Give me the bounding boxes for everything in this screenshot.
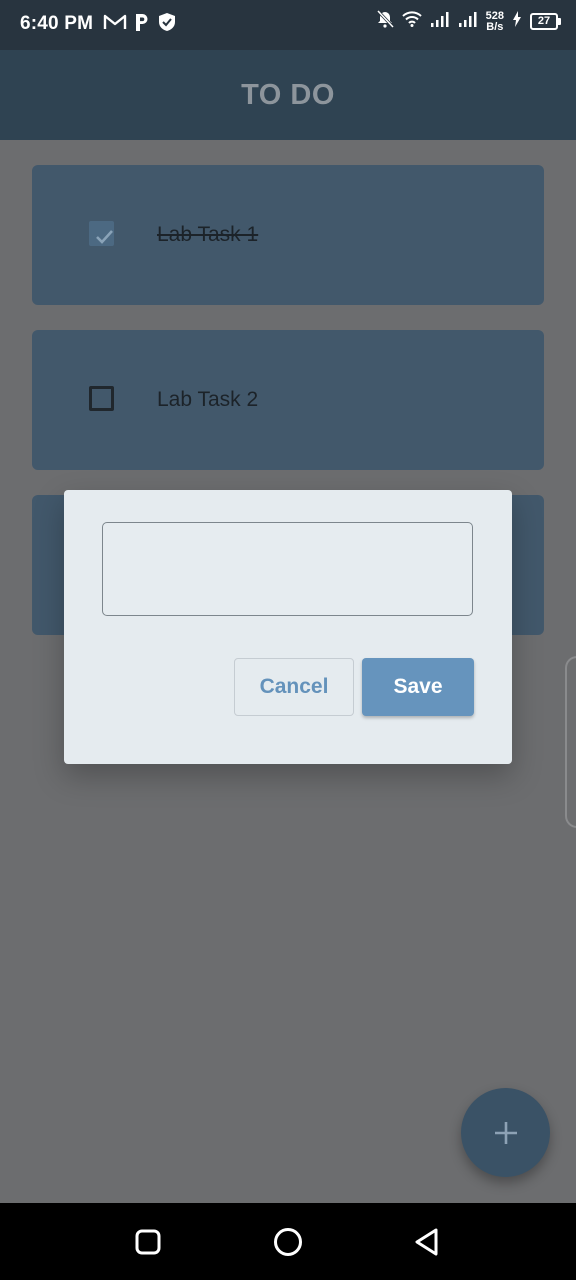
charging-icon bbox=[512, 11, 522, 32]
page-title: TO DO bbox=[241, 78, 335, 111]
cancel-button[interactable]: Cancel bbox=[234, 658, 354, 716]
signal-icon bbox=[430, 11, 450, 32]
status-right-icons: 528 B/s 27 bbox=[376, 9, 561, 33]
status-bar: 6:40 PM 528 B/s 27 bbox=[0, 0, 576, 50]
network-speed-value: 528 bbox=[485, 9, 504, 22]
task-checkbox[interactable] bbox=[89, 221, 114, 246]
task-card[interactable]: Lab Task 2 bbox=[32, 330, 544, 470]
status-time: 6:40 PM bbox=[20, 13, 94, 34]
task-card[interactable]: Lab Task 1 bbox=[32, 165, 544, 305]
task-input[interactable] bbox=[102, 522, 473, 616]
gmail-icon bbox=[103, 13, 127, 36]
check-icon bbox=[96, 230, 113, 244]
bell-off-icon bbox=[376, 9, 394, 33]
battery-icon: 27 bbox=[530, 13, 561, 30]
recents-icon[interactable] bbox=[133, 1227, 163, 1257]
network-speed-unit: B/s bbox=[486, 20, 504, 33]
back-icon[interactable] bbox=[412, 1227, 442, 1257]
notification-icons bbox=[103, 12, 177, 37]
network-speed: 528 B/s bbox=[485, 9, 504, 33]
plus-icon bbox=[494, 1121, 517, 1144]
task-label: Lab Task 2 bbox=[157, 388, 259, 411]
signal-icon bbox=[458, 11, 478, 32]
task-checkbox[interactable] bbox=[89, 386, 114, 411]
edge-panel-handle[interactable] bbox=[565, 656, 576, 828]
navigation-bar bbox=[0, 1203, 576, 1280]
add-task-dialog: Cancel Save bbox=[64, 490, 512, 764]
home-icon[interactable] bbox=[273, 1227, 303, 1257]
p-app-icon bbox=[133, 12, 151, 37]
task-label: Lab Task 1 bbox=[157, 223, 259, 246]
wifi-icon bbox=[401, 11, 422, 32]
save-button[interactable]: Save bbox=[362, 658, 474, 716]
app-bar: TO DO bbox=[0, 50, 576, 140]
add-task-button[interactable] bbox=[461, 1088, 550, 1177]
shield-check-icon bbox=[157, 12, 177, 37]
